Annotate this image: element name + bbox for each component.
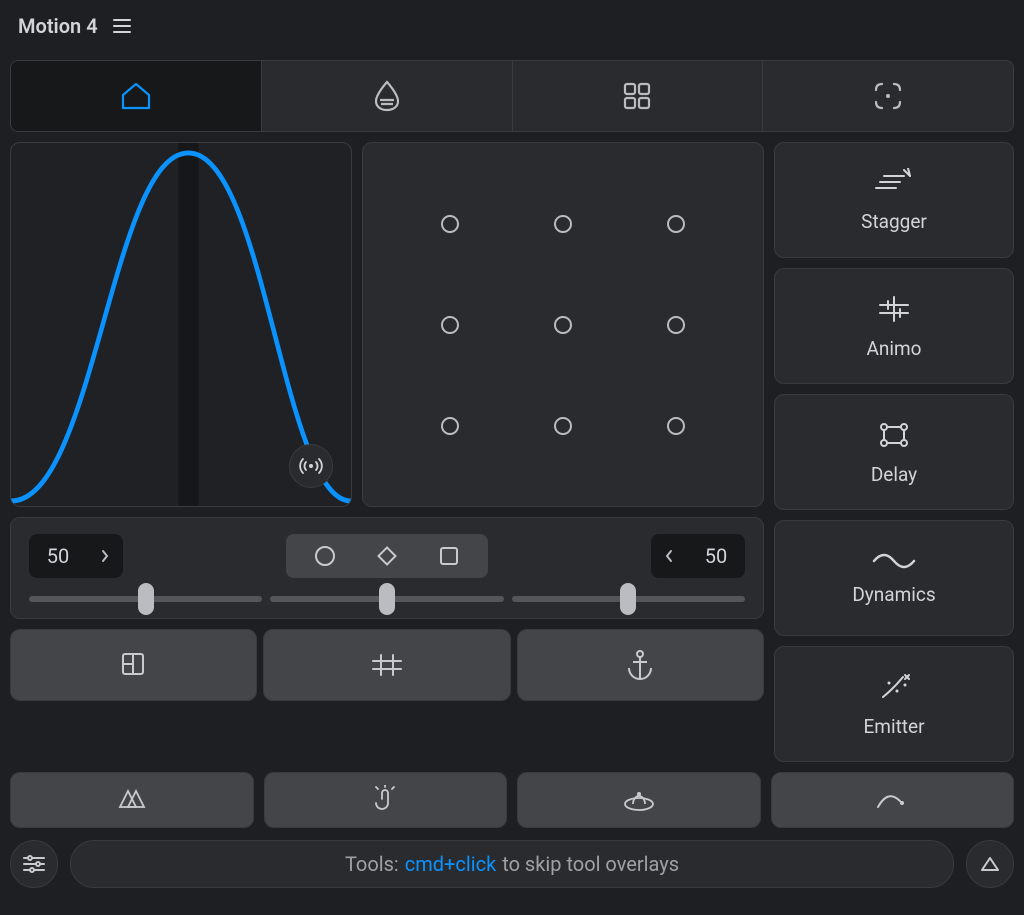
- dynamics-icon: [872, 551, 916, 571]
- side-animo[interactable]: Animo: [774, 268, 1014, 384]
- app-title: Motion 4: [18, 14, 98, 38]
- hint-command: cmd+click: [405, 852, 496, 876]
- broadcast-button[interactable]: [289, 444, 333, 488]
- anchor-tl[interactable]: [441, 215, 459, 233]
- swatches-icon: [114, 787, 150, 813]
- anchor-ml[interactable]: [441, 316, 459, 334]
- right-value[interactable]: 50: [687, 544, 745, 568]
- anchor-icon: [625, 648, 655, 682]
- triangle-up-icon: [979, 854, 1001, 874]
- shape-diamond[interactable]: [356, 538, 418, 574]
- side-stagger-label: Stagger: [861, 210, 927, 233]
- focus-icon: [871, 79, 905, 113]
- bottom-touch[interactable]: [264, 772, 508, 828]
- tool-path-text[interactable]: [263, 629, 510, 701]
- anchor-bc[interactable]: [554, 417, 572, 435]
- side-stagger[interactable]: Stagger: [774, 142, 1014, 258]
- right-value-step[interactable]: [651, 548, 687, 564]
- left-value[interactable]: 50: [29, 544, 87, 568]
- emitter-icon: [875, 671, 913, 703]
- shape-selector: [286, 534, 488, 578]
- curve-path-icon: [874, 787, 910, 813]
- path-text-icon: [367, 651, 407, 679]
- anchor-mc[interactable]: [554, 316, 572, 334]
- layers-icon: [117, 648, 151, 682]
- slider-3[interactable]: [512, 596, 745, 602]
- broadcast-icon: [299, 454, 323, 478]
- side-delay-label: Delay: [871, 463, 917, 486]
- timing-controls-panel: 50: [10, 517, 764, 619]
- anchor-bl[interactable]: [441, 417, 459, 435]
- main-tabs: [10, 60, 1014, 132]
- bottom-tool-row: [10, 772, 1014, 828]
- slider-2[interactable]: [270, 596, 503, 602]
- tool-layers[interactable]: [10, 629, 257, 701]
- animo-icon: [874, 293, 914, 325]
- drop-icon: [372, 79, 402, 113]
- right-value-box: 50: [651, 534, 745, 578]
- anchor-tc[interactable]: [554, 215, 572, 233]
- side-dynamics[interactable]: Dynamics: [774, 520, 1014, 636]
- bottom-swatches[interactable]: [10, 772, 254, 828]
- tab-grid[interactable]: [513, 61, 764, 131]
- hint-bar: Tools: cmd+click to skip tool overlays: [70, 840, 954, 888]
- sliders-icon: [22, 854, 46, 874]
- hint-prefix: Tools:: [345, 852, 399, 876]
- anchor-mr[interactable]: [667, 316, 685, 334]
- tab-focus[interactable]: [763, 61, 1013, 131]
- collapse-button[interactable]: [966, 840, 1014, 888]
- anchor-br[interactable]: [667, 417, 685, 435]
- side-emitter-label: Emitter: [863, 715, 924, 738]
- side-emitter[interactable]: Emitter: [774, 646, 1014, 762]
- settings-button[interactable]: [10, 840, 58, 888]
- stagger-icon: [874, 168, 914, 198]
- titlebar: Motion 4: [0, 0, 1024, 52]
- left-value-box: 50: [29, 534, 123, 578]
- sliders-row: [29, 596, 745, 602]
- menu-icon[interactable]: [112, 18, 132, 34]
- tab-home[interactable]: [11, 61, 262, 131]
- anchor-tr[interactable]: [667, 215, 685, 233]
- footer-bar: Tools: cmd+click to skip tool overlays: [10, 840, 1014, 888]
- side-delay[interactable]: Delay: [774, 394, 1014, 510]
- orbit-icon: [622, 786, 656, 814]
- anchor-point-panel: [362, 142, 764, 507]
- tool-anchor[interactable]: [517, 629, 764, 701]
- tool-sidebar: Stagger Animo Delay Dynamics Emitter: [774, 142, 1014, 762]
- bottom-curve-path[interactable]: [771, 772, 1015, 828]
- side-animo-label: Animo: [866, 337, 921, 360]
- tool-row: [10, 629, 764, 701]
- tab-drop[interactable]: [262, 61, 513, 131]
- shape-circle[interactable]: [294, 538, 356, 574]
- left-value-step[interactable]: [87, 548, 123, 564]
- bottom-orbit[interactable]: [517, 772, 761, 828]
- home-icon: [119, 81, 153, 111]
- side-dynamics-label: Dynamics: [852, 583, 935, 606]
- shape-square[interactable]: [418, 538, 480, 574]
- delay-icon: [876, 419, 912, 451]
- easing-curve-panel[interactable]: [10, 142, 352, 507]
- grid-icon: [621, 80, 653, 112]
- hint-suffix: to skip tool overlays: [502, 852, 679, 876]
- touch-icon: [370, 785, 400, 815]
- slider-1[interactable]: [29, 596, 262, 602]
